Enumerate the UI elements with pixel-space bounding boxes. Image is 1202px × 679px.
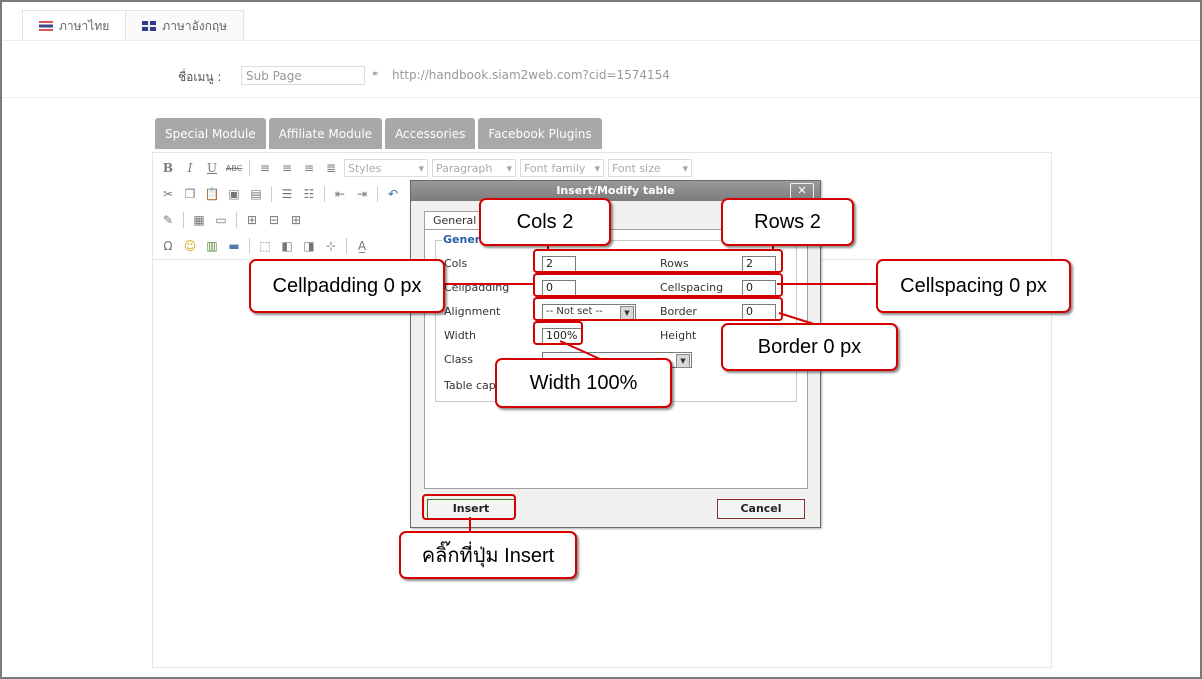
callout-cellpadding: Cellpadding 0 px [249,259,445,313]
callout-width: Width 100% [495,358,672,408]
callout-insert: คลิ๊กที่ปุ่ม Insert [399,531,577,579]
callout-connectors [443,243,876,531]
callout-cellspacing: Cellspacing 0 px [876,259,1071,313]
callout-rows: Rows 2 [721,198,854,246]
callout-border: Border 0 px [721,323,898,371]
callout-cols: Cols 2 [479,198,611,246]
